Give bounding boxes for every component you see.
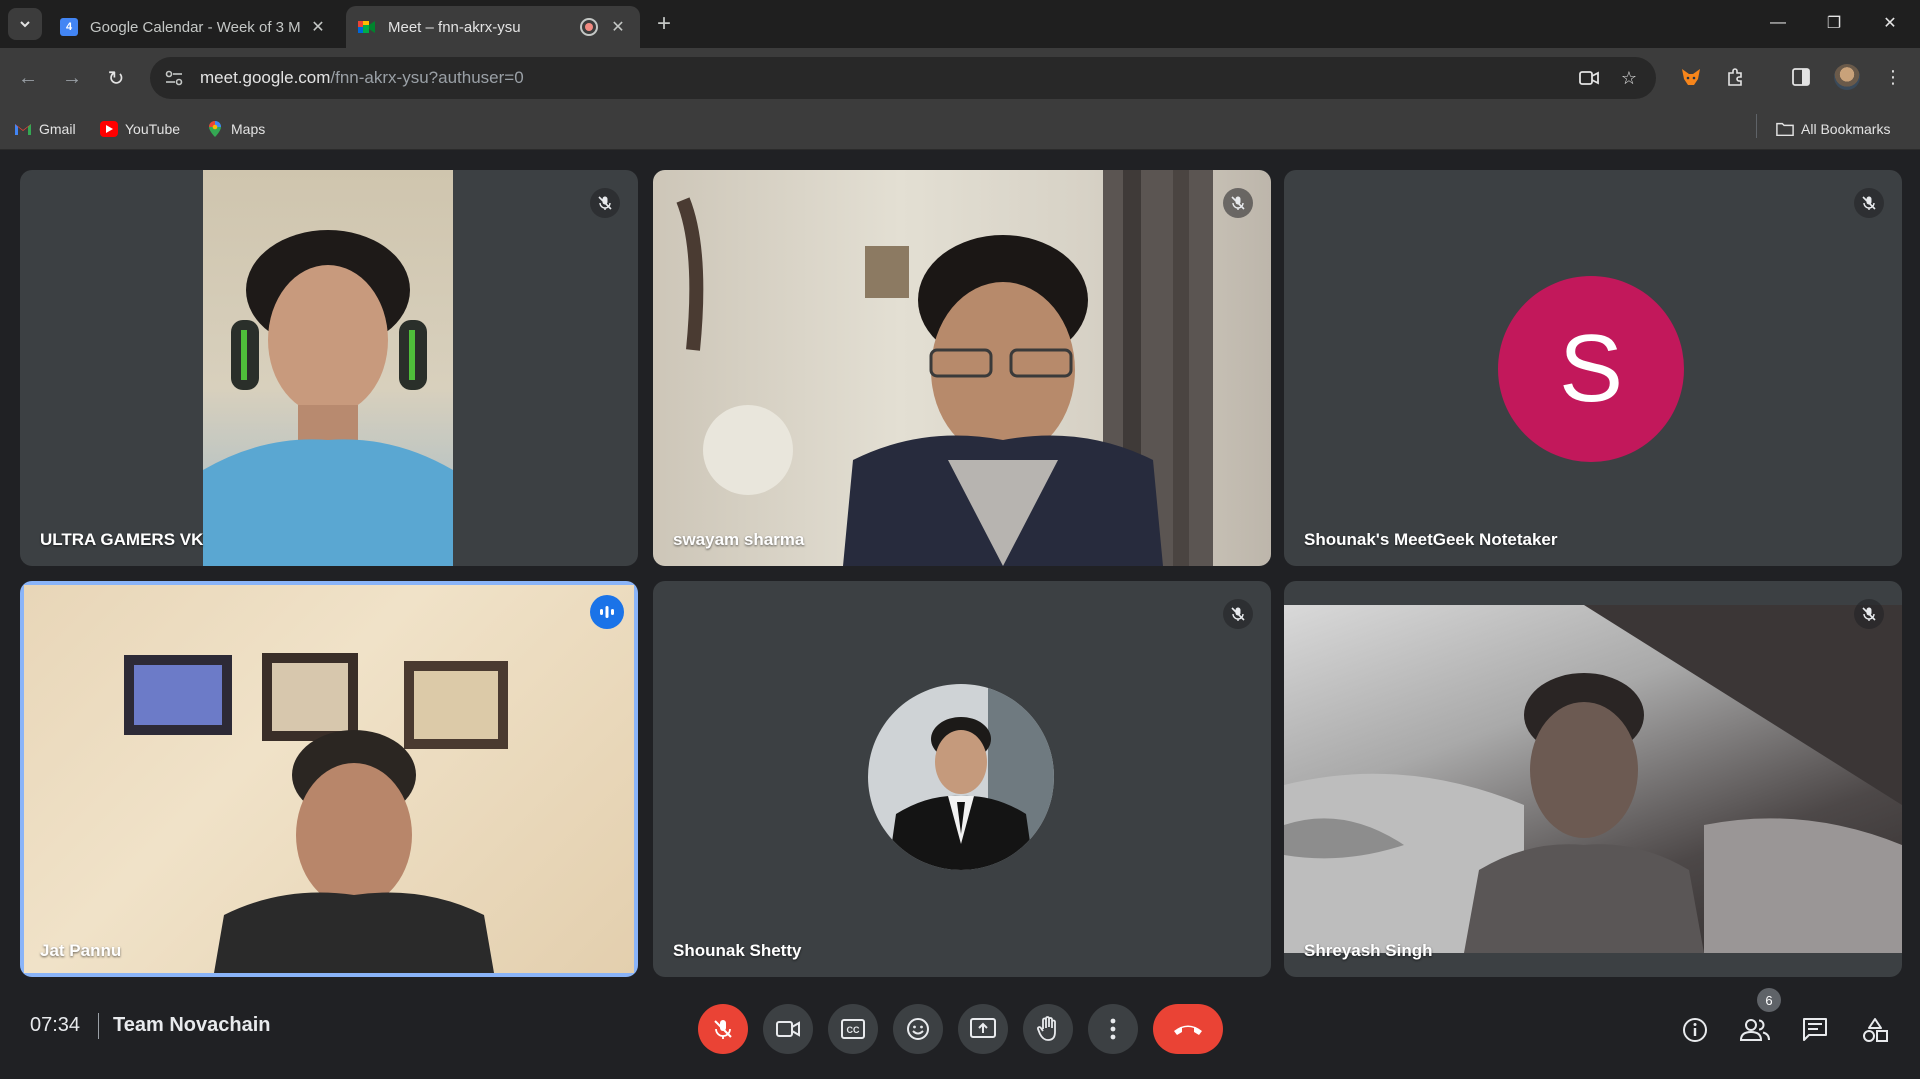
participant-tile[interactable]: S Shounak's MeetGeek Notetaker — [1284, 170, 1902, 566]
reload-icon[interactable]: ↻ — [100, 62, 132, 94]
participant-name: Shounak Shetty — [673, 941, 802, 960]
mic-toggle-button[interactable] — [698, 1004, 748, 1054]
emoji-icon — [907, 1018, 929, 1040]
camera-in-use-icon[interactable] — [1574, 63, 1604, 93]
calendar-icon: 4 — [60, 18, 78, 36]
url-path: /fnn-akrx-ysu?authuser=0 — [330, 68, 524, 87]
bookmark-label: Maps — [231, 121, 266, 137]
info-icon — [1683, 1018, 1707, 1042]
folder-icon — [1776, 121, 1794, 137]
bookmark-gmail[interactable]: Gmail — [14, 118, 76, 140]
all-bookmarks-label: All Bookmarks — [1801, 121, 1891, 137]
participant-video — [24, 585, 634, 973]
participant-tile[interactable]: Shounak Shetty — [653, 581, 1271, 977]
address-bar[interactable]: meet.google.com/fnn-akrx-ysu?authuser=0 … — [150, 57, 1656, 99]
mic-muted-icon — [1854, 188, 1884, 218]
mic-off-icon — [714, 1020, 732, 1039]
mic-muted-icon — [590, 188, 620, 218]
tab-title: Meet – fnn-akrx-ysu — [388, 18, 521, 36]
bookmark-maps[interactable]: Maps — [206, 118, 265, 140]
participant-video — [203, 170, 453, 566]
tab-search-button[interactable] — [8, 8, 42, 40]
participant-name: Shounak's MeetGeek Notetaker — [1304, 530, 1558, 549]
tab-google-meet[interactable]: Meet – fnn-akrx-ysu ✕ — [346, 6, 640, 48]
speaking-indicator-icon — [590, 595, 624, 629]
maps-icon — [206, 121, 224, 137]
people-icon — [1740, 1019, 1770, 1041]
url-host: meet.google.com — [200, 68, 331, 87]
chevron-down-icon — [20, 21, 30, 28]
close-icon[interactable]: ✕ — [308, 17, 328, 37]
new-tab-button[interactable]: + — [650, 10, 678, 38]
participant-tile[interactable]: Shreyash Singh — [1284, 581, 1902, 977]
meeting-details-button[interactable] — [1675, 1010, 1715, 1050]
camera-icon — [776, 1021, 800, 1037]
bottom-divider — [98, 1013, 99, 1039]
mic-muted-icon — [1223, 599, 1253, 629]
people-button[interactable] — [1735, 1010, 1775, 1050]
participant-avatar — [868, 684, 1054, 870]
participant-video — [653, 170, 1271, 566]
all-bookmarks-button[interactable]: All Bookmarks — [1776, 118, 1890, 140]
meeting-clock: 07:34 — [30, 1014, 81, 1036]
more-vert-icon — [1110, 1018, 1116, 1040]
raise-hand-button[interactable] — [1023, 1004, 1073, 1054]
minimize-icon[interactable]: — — [1750, 0, 1806, 46]
close-icon[interactable]: ✕ — [608, 17, 628, 37]
raise-hand-icon — [1037, 1016, 1056, 1041]
chat-button[interactable] — [1795, 1010, 1835, 1050]
mic-muted-icon — [1223, 188, 1253, 218]
site-info-icon[interactable] — [156, 60, 192, 96]
browser-menu-icon[interactable]: ⋮ — [1878, 62, 1908, 92]
profile-avatar[interactable] — [1832, 62, 1862, 92]
svg-text:CC: CC — [847, 1025, 860, 1035]
meet-icon — [358, 18, 376, 36]
more-options-button[interactable] — [1088, 1004, 1138, 1054]
participant-name: ULTRA GAMERS VK — [40, 530, 204, 549]
participant-video — [1284, 605, 1902, 953]
tab-strip: 4 Google Calendar - Week of 3 M ✕ Meet –… — [0, 0, 1920, 48]
forward-icon[interactable]: → — [56, 62, 88, 94]
end-call-icon — [1174, 1025, 1202, 1035]
bookmark-star-icon[interactable]: ☆ — [1614, 63, 1644, 93]
close-window-icon[interactable]: ✕ — [1862, 0, 1918, 46]
gmail-icon — [14, 121, 32, 137]
side-panel-icon[interactable] — [1786, 62, 1816, 92]
youtube-icon — [100, 121, 118, 137]
captions-button[interactable]: CC — [828, 1004, 878, 1054]
participant-tile[interactable]: swayam sharma — [653, 170, 1271, 566]
meeting-title: Team Novachain — [113, 1014, 271, 1036]
recording-icon — [580, 18, 598, 36]
activities-icon — [1863, 1018, 1888, 1042]
participant-name: swayam sharma — [673, 530, 805, 549]
bookmarks-separator — [1756, 114, 1757, 138]
participant-avatar: S — [1498, 276, 1684, 462]
bookmark-label: YouTube — [125, 121, 181, 137]
mic-muted-icon — [1854, 599, 1884, 629]
tab-google-calendar[interactable]: 4 Google Calendar - Week of 3 M ✕ — [48, 6, 340, 48]
participant-tile[interactable]: Jat Pannu — [20, 581, 638, 977]
participant-name: Shreyash Singh — [1304, 941, 1433, 960]
back-icon[interactable]: ← — [12, 62, 44, 94]
participant-name: Jat Pannu — [40, 941, 122, 960]
url-text: meet.google.com/fnn-akrx-ysu?authuser=0 — [200, 68, 524, 88]
camera-toggle-button[interactable] — [763, 1004, 813, 1054]
browser-toolbar: ← → ↻ meet.google.com/fnn-akrx-ysu?authu… — [0, 48, 1920, 108]
tab-title: Google Calendar - Week of 3 M — [90, 18, 301, 36]
participant-count-badge: 6 — [1757, 988, 1781, 1012]
present-button[interactable] — [958, 1004, 1008, 1054]
restore-icon[interactable]: ❐ — [1806, 0, 1862, 46]
extensions-puzzle-icon[interactable] — [1720, 62, 1750, 92]
leave-call-button[interactable] — [1153, 1004, 1223, 1054]
chat-icon — [1803, 1018, 1827, 1041]
bookmark-youtube[interactable]: YouTube — [100, 118, 180, 140]
bookmarks-bar: Gmail YouTube Maps All Bookmarks — [0, 108, 1920, 150]
present-icon — [970, 1018, 996, 1038]
captions-icon: CC — [841, 1019, 865, 1039]
metamask-extension-icon[interactable] — [1676, 62, 1706, 92]
reactions-button[interactable] — [893, 1004, 943, 1054]
bookmark-label: Gmail — [39, 121, 76, 137]
activities-button[interactable] — [1855, 1010, 1895, 1050]
participant-tile[interactable]: ULTRA GAMERS VK — [20, 170, 638, 566]
